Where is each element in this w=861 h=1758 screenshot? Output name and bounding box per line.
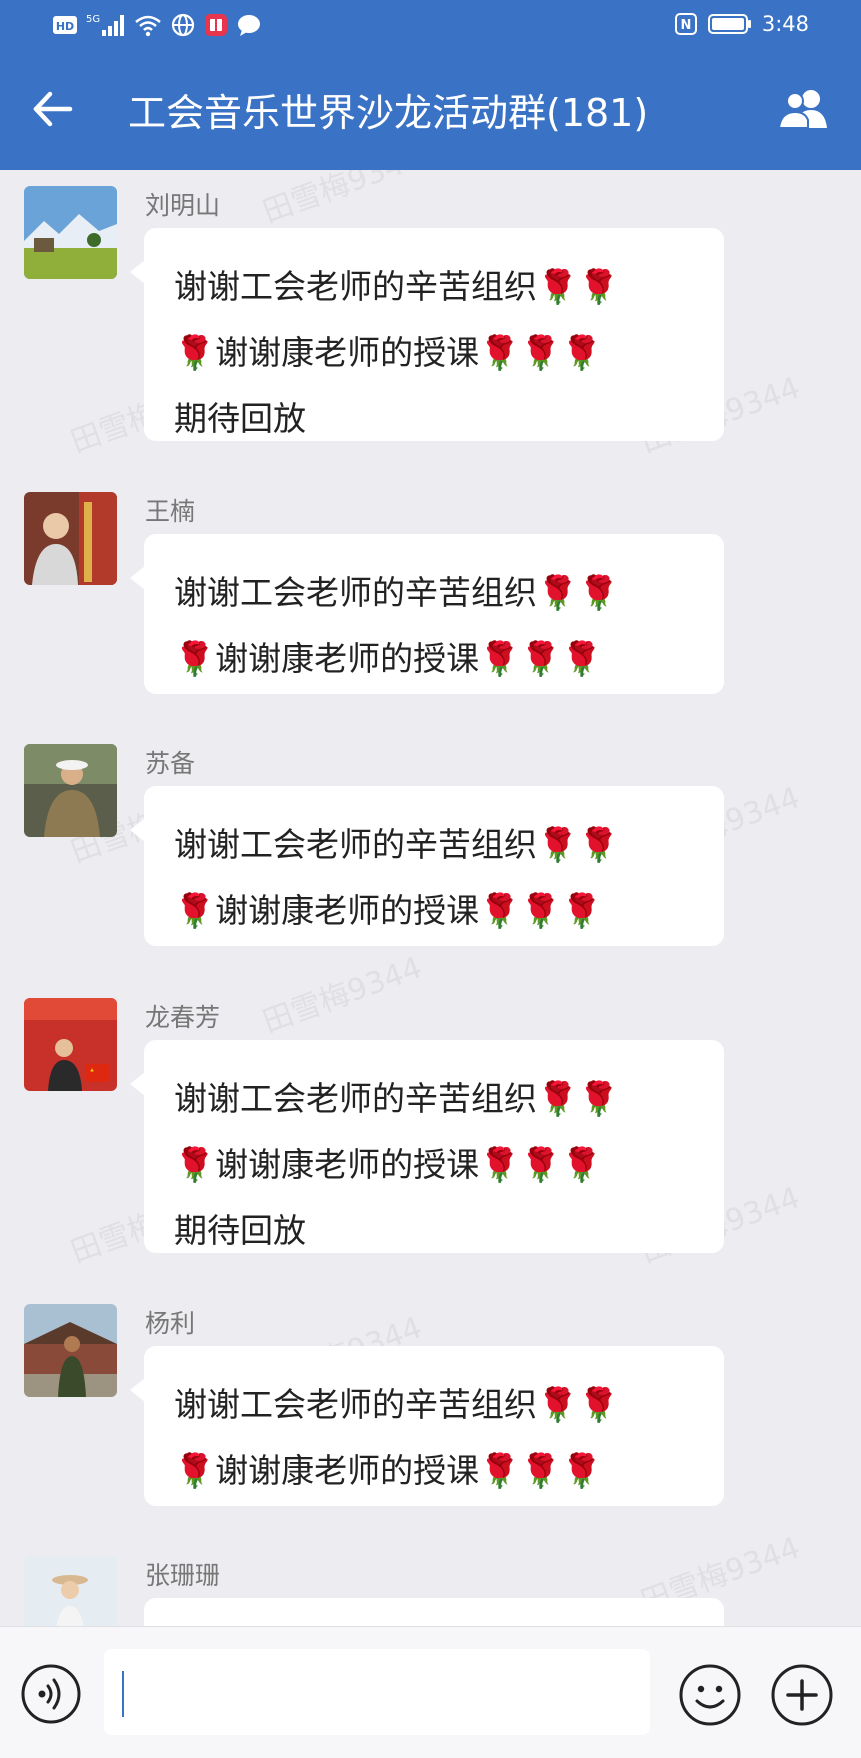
watermark: 田雪梅9344 [258, 950, 427, 1041]
signal-5g-icon: 5G [86, 14, 124, 36]
message-text-line: 🌹谢谢康老师的授课🌹🌹🌹 [174, 891, 603, 930]
status-left: HD 5G [52, 12, 262, 38]
arrow-left-icon [33, 91, 73, 127]
nfc-icon: N [674, 13, 697, 35]
wifi-icon [135, 15, 161, 37]
message-icon [238, 15, 260, 36]
avatar[interactable] [24, 998, 117, 1091]
voice-icon [21, 1664, 81, 1724]
chat-title: 工会音乐世界沙龙活动群(181) [128, 91, 649, 135]
status-right: N 3:48 [674, 12, 809, 36]
emoji-icon [679, 1664, 741, 1726]
avatar-person-image [24, 1304, 117, 1397]
message-text-line: 期待回放 [174, 1211, 306, 1250]
avatar-person-image [24, 1556, 117, 1626]
battery-icon [707, 14, 751, 34]
message-bubble[interactable] [144, 1598, 724, 1626]
avatar[interactable] [24, 1556, 117, 1626]
more-actions-button[interactable] [770, 1663, 834, 1727]
avatar-landscape-image [24, 186, 117, 279]
message-text-line: 谢谢工会老师的辛苦组织🌹🌹 [174, 1079, 620, 1118]
message-text-line: 🌹谢谢康老师的授课🌹🌹🌹 [174, 1145, 603, 1184]
message-bubble[interactable]: 谢谢工会老师的辛苦组织🌹🌹 🌹谢谢康老师的授课🌹🌹🌹 期待回放 [130, 228, 724, 441]
status-time: 3:48 [761, 12, 809, 36]
avatar[interactable] [24, 186, 117, 279]
app-notification-icon [205, 14, 227, 36]
back-button[interactable] [28, 84, 78, 134]
sender-name: 龙春芳 [145, 1003, 221, 1032]
text-cursor [122, 1671, 124, 1717]
emoji-button[interactable] [678, 1663, 742, 1727]
message-text-line: 谢谢工会老师的辛苦组织🌹🌹 [174, 267, 620, 306]
message-bubble[interactable]: 谢谢工会老师的辛苦组织🌹🌹 🌹谢谢康老师的授课🌹🌹🌹 [130, 534, 724, 694]
svg-text:5G: 5G [86, 14, 100, 25]
watermark: 田雪梅9344 [258, 170, 427, 231]
svg-text:HD: HD [56, 20, 74, 33]
chat-message-list[interactable]: 田雪梅9344 田雪梅9344 田雪梅9344 田雪梅9344 田雪梅9344 … [0, 170, 861, 1626]
avatar[interactable] [24, 744, 117, 837]
hd-badge-icon: HD [53, 16, 77, 34]
sender-name: 刘明山 [145, 191, 221, 220]
message-text-line: 🌹谢谢康老师的授课🌹🌹🌹 [174, 333, 603, 372]
avatar-person-image [24, 492, 117, 585]
avatar-person-image [24, 744, 117, 837]
status-bar: HD 5G N 3:48 [0, 0, 861, 52]
sender-name: 苏备 [145, 749, 196, 778]
avatar[interactable] [24, 1304, 117, 1397]
group-members-button[interactable] [775, 84, 835, 134]
group-members-icon [777, 90, 827, 129]
message-bubble[interactable]: 谢谢工会老师的辛苦组织🌹🌹 🌹谢谢康老师的授课🌹🌹🌹 [130, 1346, 724, 1506]
plus-icon [771, 1664, 833, 1726]
message-text-line: 谢谢工会老师的辛苦组织🌹🌹 [174, 825, 620, 864]
message-bubble[interactable]: 谢谢工会老师的辛苦组织🌹🌹 🌹谢谢康老师的授课🌹🌹🌹 期待回放 [130, 1040, 724, 1253]
sender-name: 杨利 [145, 1309, 196, 1338]
message-text-line: 谢谢工会老师的辛苦组织🌹🌹 [174, 1385, 620, 1424]
input-bar [0, 1626, 861, 1758]
sender-name: 张珊珊 [145, 1561, 221, 1590]
message-bubble[interactable]: 谢谢工会老师的辛苦组织🌹🌹 🌹谢谢康老师的授课🌹🌹🌹 [130, 786, 724, 946]
message-input[interactable] [104, 1649, 650, 1735]
message-text-line: 谢谢工会老师的辛苦组织🌹🌹 [174, 573, 620, 612]
svg-text:N: N [680, 18, 691, 33]
avatar[interactable] [24, 492, 117, 585]
voice-button[interactable] [20, 1663, 82, 1725]
message-text-line: 🌹谢谢康老师的授课🌹🌹🌹 [174, 1451, 603, 1490]
avatar-person-image [24, 998, 117, 1091]
globe-icon [171, 13, 195, 37]
message-text-line: 期待回放 [174, 399, 306, 438]
message-text-line: 🌹谢谢康老师的授课🌹🌹🌹 [174, 639, 603, 678]
chat-header: 工会音乐世界沙龙活动群(181) [0, 52, 861, 170]
sender-name: 王楠 [145, 497, 196, 526]
